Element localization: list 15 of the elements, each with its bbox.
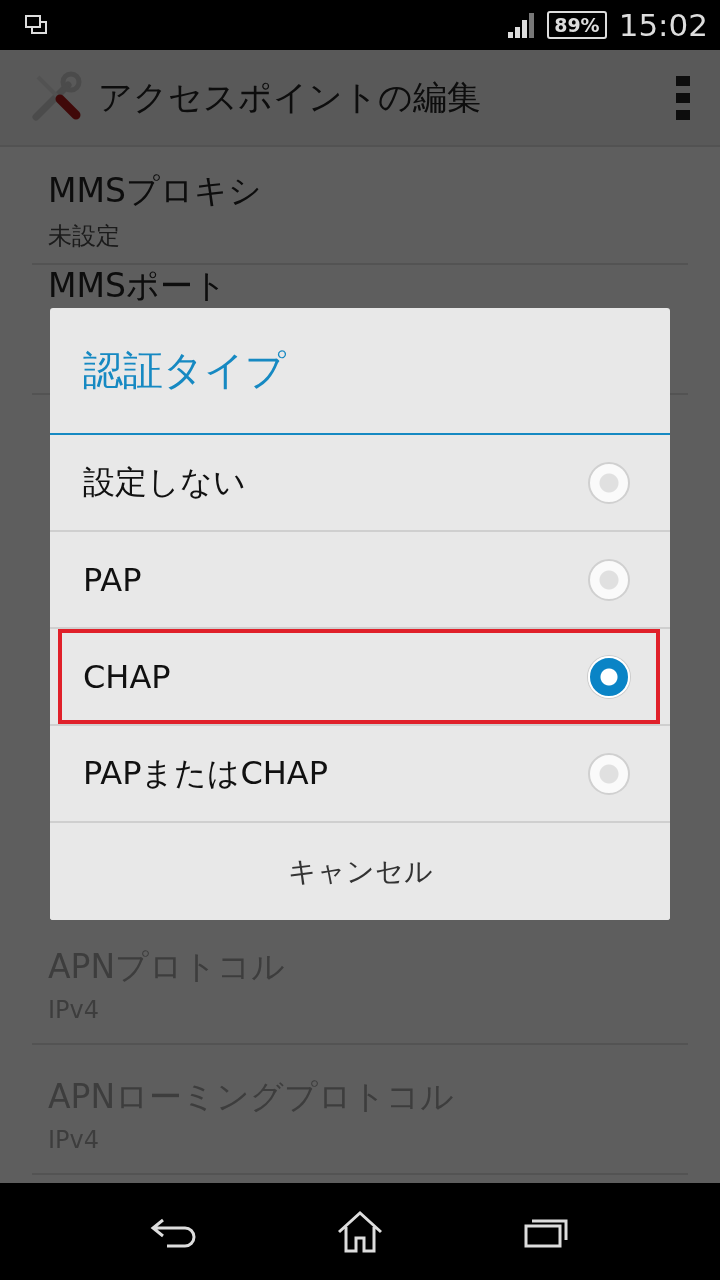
option-row[interactable]: 設定しない: [50, 435, 670, 532]
radio-button[interactable]: [588, 558, 630, 601]
signal-icon: [507, 11, 536, 39]
clock: 15:02: [618, 7, 708, 43]
radio-button[interactable]: [588, 461, 630, 504]
setting-value: 未設定: [48, 220, 121, 252]
overflow-menu-icon[interactable]: [676, 75, 690, 120]
home-icon[interactable]: [336, 1209, 384, 1254]
screen-mirror-icon: [24, 14, 48, 36]
battery-indicator: 89%: [547, 11, 607, 39]
option-row[interactable]: PAP: [50, 532, 670, 629]
radio-button[interactable]: [588, 752, 630, 795]
option-row[interactable]: CHAP: [50, 629, 670, 726]
dialog-title: 認証タイプ: [50, 308, 670, 435]
screen-title: アクセスポイントの編集: [98, 75, 482, 119]
